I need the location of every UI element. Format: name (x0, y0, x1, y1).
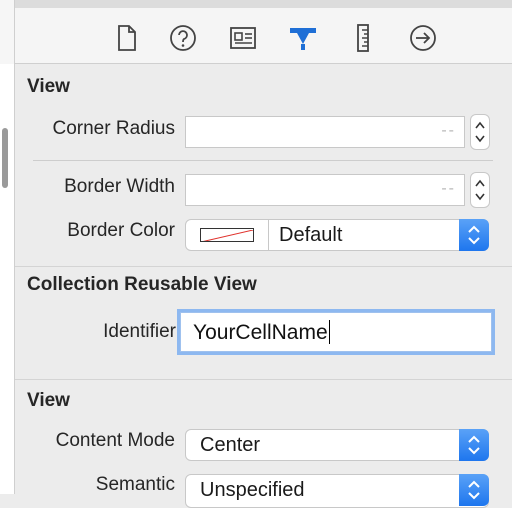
outline-strip (0, 0, 15, 494)
chevron-updown-icon (459, 219, 489, 251)
content-mode-popup[interactable]: Center (185, 429, 489, 461)
color-swatch-none (200, 228, 254, 242)
content-mode-label: Content Mode (55, 430, 175, 451)
reusable-view-section-title: Collection Reusable View (27, 274, 257, 295)
section-divider (15, 266, 512, 267)
chevron-updown-icon (459, 474, 489, 506)
border-width-field[interactable]: -- (185, 174, 465, 206)
border-color-label: Border Color (67, 220, 175, 241)
identifier-value: YourCellName (193, 321, 328, 344)
identifier-input[interactable]: YourCellName (180, 312, 492, 352)
arrow-circle-icon[interactable] (407, 22, 439, 54)
border-color-well[interactable] (186, 220, 269, 250)
content-mode-value: Center (200, 434, 261, 456)
section-divider (33, 160, 493, 161)
corner-radius-placeholder: -- (441, 122, 456, 139)
border-width-placeholder: -- (441, 180, 456, 197)
document-icon[interactable] (110, 22, 142, 54)
view-section-2-title: View (27, 390, 70, 411)
corner-radius-label: Corner Radius (52, 118, 176, 139)
attributes-panel: View Corner Radius -- Border Width -- Bo… (15, 64, 512, 508)
semantic-label: Semantic (95, 474, 175, 495)
semantic-popup[interactable]: Unspecified (185, 474, 489, 508)
view-section-title: View (27, 76, 70, 97)
semantic-value: Unspecified (200, 479, 305, 501)
inspector-tab-bar (15, 8, 512, 64)
identifier-label: Identifier (103, 321, 176, 342)
section-divider (15, 379, 512, 380)
text-caret (328, 320, 330, 344)
border-color-popup[interactable]: Default (185, 219, 489, 251)
chevron-updown-icon (459, 429, 489, 461)
help-icon[interactable] (167, 22, 199, 54)
corner-radius-field[interactable]: -- (185, 116, 465, 148)
attributes-icon[interactable] (287, 22, 319, 54)
scrollbar-thumb[interactable] (2, 128, 8, 188)
identity-card-icon[interactable] (227, 22, 259, 54)
border-width-label: Border Width (64, 176, 175, 197)
border-color-value: Default (279, 224, 343, 246)
outline-strip-header (0, 0, 14, 64)
window-top-bar (15, 0, 512, 8)
border-width-stepper[interactable] (470, 172, 490, 208)
ruler-icon[interactable] (347, 22, 379, 54)
corner-radius-stepper[interactable] (470, 114, 490, 150)
